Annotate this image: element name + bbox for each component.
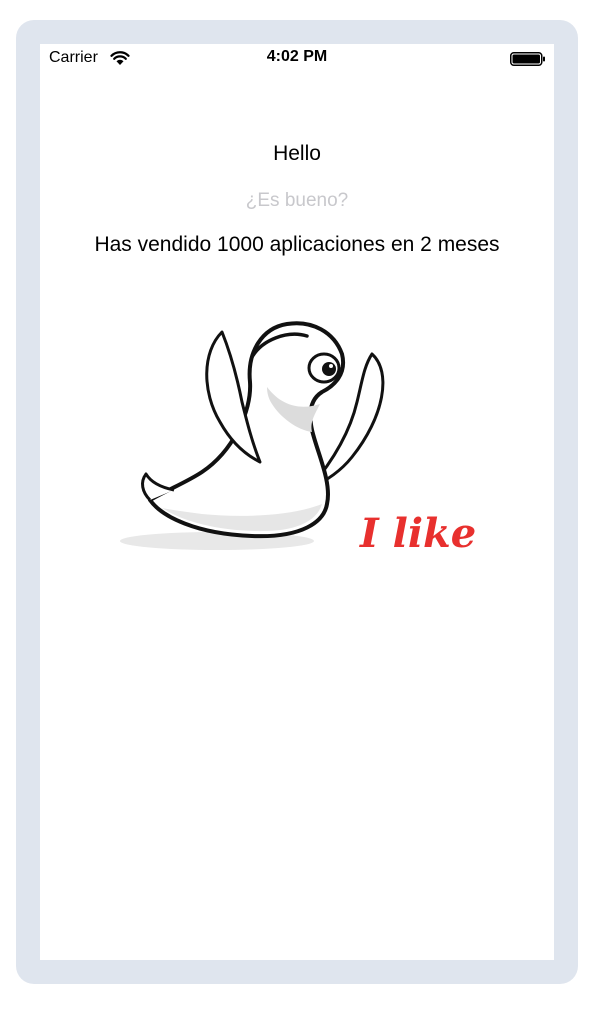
title-label: Hello bbox=[273, 142, 321, 165]
device-frame: Carrier 4:02 PM Hello ¿Es bueno? Has ven… bbox=[16, 20, 578, 984]
message-label: Has vendido 1000 aplicaciones en 2 meses bbox=[94, 233, 500, 256]
battery-icon bbox=[510, 52, 546, 66]
status-time: 4:02 PM bbox=[266, 48, 328, 65]
illustration-caption: I like it! bbox=[359, 510, 482, 557]
app-screen: Carrier 4:02 PM Hello ¿Es bueno? Has ven… bbox=[40, 44, 554, 960]
status-bar: Carrier 4:02 PM bbox=[40, 44, 554, 74]
subtitle-label: ¿Es bueno? bbox=[245, 190, 349, 211]
bird-illustration: I like it! bbox=[102, 312, 541, 562]
